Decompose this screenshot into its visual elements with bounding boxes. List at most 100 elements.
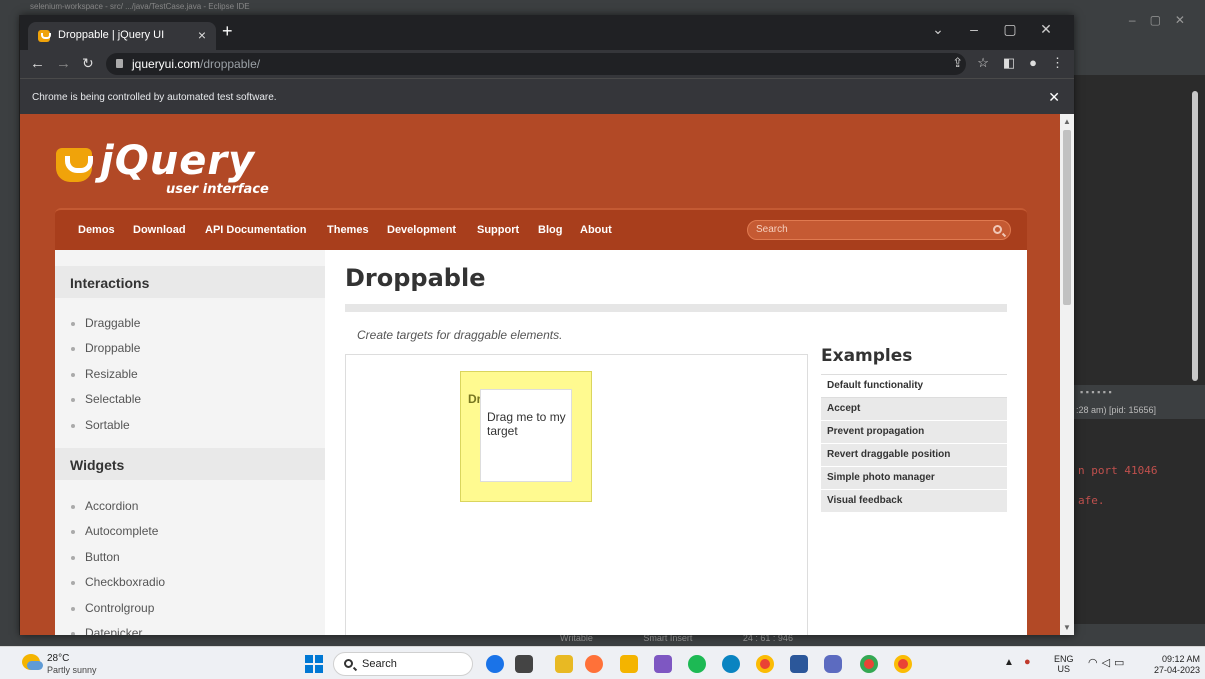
spotify-icon[interactable] — [688, 655, 706, 673]
infobar-text: Chrome is being controlled by automated … — [32, 92, 277, 103]
tab-close-icon[interactable]: × — [198, 27, 206, 43]
demo-frame[interactable]: Dr Drag me to my target — [345, 354, 808, 635]
ide-console-toolbar[interactable]: ▪ ▪ ▪ ▪ ▪ ▪ — [1074, 387, 1205, 401]
scroll-up-icon[interactable]: ▲ — [1063, 117, 1071, 126]
example-prevent-propagation[interactable]: Prevent propagation — [821, 421, 1007, 444]
sidebar-item-controlgroup[interactable]: Controlgroup — [70, 601, 154, 615]
main-column: Droppable Create targets for draggable e… — [325, 250, 1027, 635]
scroll-down-icon[interactable]: ▼ — [1063, 623, 1071, 632]
language-indicator[interactable]: ENG US — [1054, 654, 1074, 674]
ide-console[interactable]: n port 41046 afe. — [1074, 419, 1205, 624]
start-icon[interactable] — [305, 655, 323, 673]
menu-icon[interactable]: ⋮ — [1051, 55, 1064, 70]
lang-top: ENG — [1054, 654, 1074, 664]
nav-about[interactable]: About — [580, 224, 612, 236]
taskbar-search[interactable]: Search — [333, 652, 473, 676]
word-icon[interactable] — [790, 655, 808, 673]
task-view-icon[interactable] — [515, 655, 533, 673]
lang-bottom: US — [1057, 664, 1071, 674]
tray-app-icon[interactable]: ● — [1024, 656, 1031, 668]
draggable-label: Drag me to my target — [487, 410, 566, 438]
sidebar-item-selectable[interactable]: Selectable — [70, 392, 141, 406]
jquery-favicon-icon — [38, 30, 51, 42]
ide-left-panel — [0, 15, 20, 635]
draggable-box[interactable]: Drag me to my target — [480, 389, 572, 482]
sidebar-item-checkboxradio[interactable]: Checkboxradio — [70, 575, 165, 589]
example-accept[interactable]: Accept — [821, 398, 1007, 421]
chrome-active-icon[interactable] — [894, 655, 912, 673]
weather-condition: Partly sunny — [47, 665, 97, 675]
nav-themes[interactable]: Themes — [327, 224, 369, 236]
title-divider — [345, 304, 1007, 312]
scroll-thumb[interactable] — [1063, 130, 1071, 305]
wifi-volume-battery-icons[interactable]: ◠◁▭ — [1088, 656, 1128, 669]
site-search-input[interactable]: Search — [747, 220, 1011, 240]
tab-title: Droppable | jQuery UI — [58, 29, 165, 41]
reload-icon[interactable]: ↻ — [82, 55, 94, 72]
ide-title-bar: selenium-workspace - src/ .../java/TestC… — [0, 0, 1205, 15]
side-panel-icon[interactable]: ◧ — [1003, 55, 1015, 70]
ide-editor-scrollbar[interactable] — [1192, 91, 1198, 381]
sidebar-item-draggable[interactable]: Draggable — [70, 316, 140, 330]
nav-api-documentation[interactable]: API Documentation — [205, 224, 306, 236]
ide-window-controls[interactable]: –▢✕ — [1129, 13, 1199, 27]
windows-taskbar: 28°C Partly sunny Search ▲ ● ENG US ◠◁▭ 0… — [0, 646, 1205, 679]
nav-download[interactable]: Download — [133, 224, 186, 236]
search-icon[interactable] — [993, 225, 1002, 234]
nav-development[interactable]: Development — [387, 224, 456, 236]
ide-console-pid: :28 am) [pid: 15656] — [1076, 405, 1157, 415]
nav-blog[interactable]: Blog — [538, 224, 562, 236]
address-bar[interactable]: jqueryui.com/droppable/ — [106, 53, 966, 75]
bookmark-star-icon[interactable]: ☆ — [977, 55, 989, 70]
partly-sunny-icon — [22, 654, 43, 670]
page-description: Create targets for draggable elements. — [357, 328, 563, 342]
logo-subtitle: user interface — [166, 182, 269, 197]
sidebar-item-autocomplete[interactable]: Autocomplete — [70, 524, 158, 538]
app-icon-2[interactable] — [824, 655, 842, 673]
sidebar-item-resizable[interactable]: Resizable — [71, 367, 138, 381]
firefox-icon[interactable] — [585, 655, 603, 673]
share-icon[interactable]: ⇪ — [952, 55, 963, 70]
page-scrollbar[interactable]: ▲ ▼ — [1060, 114, 1074, 635]
browser-tab[interactable]: Droppable | jQuery UI × — [28, 22, 216, 50]
nav-support[interactable]: Support — [477, 224, 519, 236]
sidebar-item-button[interactable]: Button — [71, 550, 120, 564]
page-title: Droppable — [345, 264, 486, 292]
example-simple-photo-manager[interactable]: Simple photo manager — [821, 467, 1007, 490]
examples-panel: Examples Default functionality Accept Pr… — [821, 346, 1007, 513]
ide-editor[interactable] — [1074, 75, 1205, 385]
jquery-ui-logo[interactable]: jQuery user interface — [56, 138, 276, 202]
file-explorer-icon[interactable] — [620, 655, 638, 673]
lock-icon[interactable] — [116, 59, 123, 68]
example-revert-draggable-position[interactable]: Revert draggable position — [821, 444, 1007, 467]
maximize-icon[interactable]: ▢ — [992, 21, 1028, 38]
sidebar-item-droppable[interactable]: Droppable — [70, 341, 140, 355]
sticky-notes-icon[interactable] — [555, 655, 573, 673]
sidebar-item-datepicker[interactable]: Datepicker — [70, 626, 142, 635]
back-icon[interactable]: ← — [30, 55, 45, 72]
example-default-functionality[interactable]: Default functionality — [821, 375, 1007, 398]
nav-demos[interactable]: Demos — [78, 224, 115, 236]
copilot-icon[interactable] — [486, 655, 504, 673]
tab-search-icon[interactable]: ⌄ — [920, 21, 956, 38]
infobar-close-icon[interactable]: ✕ — [1048, 89, 1060, 106]
close-window-icon[interactable]: ✕ — [1028, 21, 1064, 38]
tray-overflow-icon[interactable]: ▲ — [1004, 657, 1014, 668]
chrome-profile-icon[interactable] — [860, 655, 878, 673]
app-icon[interactable] — [654, 655, 672, 673]
minimize-icon[interactable]: – — [956, 21, 992, 37]
weather-widget[interactable]: 28°C Partly sunny — [20, 653, 130, 677]
sidebar-item-sortable[interactable]: Sortable — [71, 418, 130, 432]
sidebar-item-accordion[interactable]: Accordion — [70, 499, 138, 513]
example-visual-feedback[interactable]: Visual feedback — [821, 490, 1007, 513]
new-tab-icon[interactable]: + — [222, 21, 233, 42]
browser-toolbar: ← → ↻ jqueryui.com/droppable/ ⇪ ☆ ◧ ● ⋮ — [20, 50, 1074, 78]
edge-icon[interactable] — [722, 655, 740, 673]
clock[interactable]: 09:12 AM 27-04-2023 — [1148, 654, 1200, 676]
main-nav: Demos Download API Documentation Themes … — [55, 208, 1027, 250]
clock-time: 09:12 AM — [1161, 654, 1200, 664]
sidebar-heading-widgets: Widgets — [55, 448, 325, 480]
forward-icon[interactable]: → — [56, 55, 71, 72]
chrome-icon[interactable] — [756, 655, 774, 673]
profile-icon[interactable]: ● — [1029, 55, 1037, 70]
